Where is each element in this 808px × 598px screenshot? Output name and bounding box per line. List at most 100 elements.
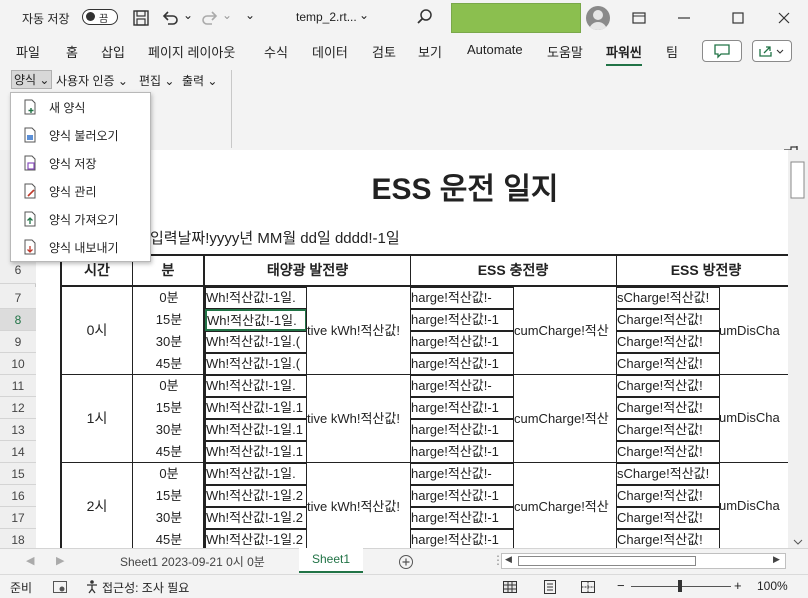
- discharge-cell[interactable]: Charge!적산값!: [616, 419, 720, 441]
- hour-cell[interactable]: 1시: [60, 374, 133, 463]
- undo-dropdown-icon[interactable]: ⌄: [183, 8, 193, 22]
- minute-cell[interactable]: 0분: [134, 287, 204, 309]
- pv-cell[interactable]: Wh!적산값!-1일.2: [205, 485, 307, 507]
- tab-page-layout[interactable]: 페이지 레이아웃: [148, 42, 235, 61]
- charge-cell[interactable]: harge!적산값!-: [410, 463, 514, 485]
- menu-item-new-form[interactable]: 새 양식: [11, 93, 150, 121]
- header-charge[interactable]: ESS 충전량: [410, 254, 617, 287]
- charge-cell[interactable]: harge!적산값!-1: [410, 507, 514, 529]
- charge-cell[interactable]: harge!적산값!-1: [410, 419, 514, 441]
- pv-cell[interactable]: Wh!적산값!-1일.1: [205, 419, 307, 441]
- tab-review[interactable]: 검토: [372, 42, 396, 61]
- tab-help[interactable]: 도움말: [547, 42, 583, 61]
- pv-cell[interactable]: Wh!적산값!-1일.: [205, 287, 307, 309]
- redo-dropdown-icon[interactable]: ⌄: [222, 8, 232, 22]
- filename-dropdown-icon[interactable]: ⌄: [359, 8, 369, 22]
- row-header[interactable]: 11: [0, 375, 36, 397]
- pv-cell[interactable]: Wh!적산값!-1일.2: [205, 507, 307, 529]
- share-button[interactable]: [752, 40, 792, 62]
- discharge-cell[interactable]: Charge!적산값!: [616, 331, 720, 353]
- tab-file[interactable]: 파일: [16, 42, 40, 61]
- row-header[interactable]: 9: [0, 331, 36, 353]
- normal-view-icon[interactable]: [502, 579, 518, 595]
- close-icon[interactable]: [772, 6, 796, 30]
- date-formula-cell[interactable]: 입력날짜!yyyy년 MM월 dd일 dddd!-1일: [150, 228, 550, 250]
- pv-cell[interactable]: Wh!적산값!-1일.(: [205, 353, 307, 375]
- header-discharge[interactable]: ESS 방전량: [616, 254, 788, 287]
- row-header[interactable]: 8: [0, 309, 36, 331]
- discharge-cell[interactable]: Charge!적산값!: [616, 375, 720, 397]
- pv-cell-selected[interactable]: Wh!적산값!-1일.: [205, 309, 307, 331]
- charge-merged-cell[interactable]: cumCharge!적산: [513, 286, 617, 375]
- discharge-merged-cell[interactable]: umDisCha: [719, 462, 788, 548]
- horizontal-scrollbar[interactable]: ◀ ▶: [501, 553, 786, 569]
- scroll-thumb[interactable]: [518, 556, 696, 566]
- vertical-scrollbar[interactable]: [788, 150, 808, 548]
- minute-cell[interactable]: 15분: [134, 397, 204, 419]
- avatar[interactable]: [586, 6, 610, 30]
- menu-item-load-form[interactable]: 양식 불러오기: [11, 121, 150, 149]
- save-icon[interactable]: [132, 9, 150, 27]
- zoom-in-icon[interactable]: +: [734, 578, 742, 593]
- page-layout-view-icon[interactable]: [542, 579, 558, 595]
- discharge-merged-cell[interactable]: umDisCha: [719, 286, 788, 375]
- sheet-title[interactable]: ESS 운전 일지: [150, 170, 780, 210]
- discharge-cell[interactable]: Charge!적산값!: [616, 397, 720, 419]
- charge-cell[interactable]: harge!적산값!-1: [410, 485, 514, 507]
- charge-merged-cell[interactable]: cumCharge!적산: [513, 462, 617, 548]
- add-sheet-icon[interactable]: [398, 554, 414, 570]
- minute-cell[interactable]: 45분: [134, 529, 204, 548]
- discharge-merged-cell[interactable]: umDisCha: [719, 374, 788, 463]
- discharge-cell[interactable]: sCharge!적산값!: [616, 287, 720, 309]
- tab-home[interactable]: 홈: [66, 42, 78, 61]
- discharge-cell[interactable]: Charge!적산값!: [616, 353, 720, 375]
- charge-cell[interactable]: harge!적산값!-1: [410, 529, 514, 548]
- row-header[interactable]: 7: [0, 287, 36, 309]
- row-header[interactable]: 12: [0, 397, 36, 419]
- scroll-left-icon[interactable]: ◀: [505, 554, 512, 565]
- discharge-cell[interactable]: Charge!적산값!: [616, 507, 720, 529]
- next-sheet-icon[interactable]: ▶: [56, 554, 64, 567]
- edit-menu[interactable]: 편집 ⌄: [139, 72, 174, 89]
- maximize-icon[interactable]: [726, 6, 750, 30]
- row-header[interactable]: 14: [0, 441, 36, 463]
- user-auth-menu[interactable]: 사용자 인증 ⌄: [56, 72, 128, 89]
- row-header[interactable]: 16: [0, 485, 36, 507]
- undo-icon[interactable]: [160, 8, 180, 28]
- pv-cell[interactable]: Wh!적산값!-1일.(: [205, 331, 307, 353]
- header-pv[interactable]: 태양광 발전량: [205, 254, 411, 287]
- comments-button[interactable]: [702, 40, 742, 62]
- ribbon-display-icon[interactable]: [627, 6, 651, 30]
- discharge-cell[interactable]: Charge!적산값!: [616, 441, 720, 463]
- form-menu[interactable]: 양식 ⌄: [11, 70, 53, 89]
- charge-cell[interactable]: harge!적산값!-1: [410, 309, 514, 331]
- discharge-cell[interactable]: sCharge!적산값!: [616, 463, 720, 485]
- charge-cell[interactable]: harge!적산값!-1: [410, 331, 514, 353]
- tab-powerscene[interactable]: 파워씬: [606, 42, 642, 67]
- menu-item-import-form[interactable]: 양식 가져오기: [11, 205, 150, 233]
- hour-cell[interactable]: 0시: [60, 286, 133, 375]
- charge-cell[interactable]: harge!적산값!-1: [410, 397, 514, 419]
- minute-cell[interactable]: 0분: [134, 463, 204, 485]
- charge-merged-cell[interactable]: cumCharge!적산: [513, 374, 617, 463]
- tab-automate[interactable]: Automate: [467, 42, 523, 57]
- tab-view[interactable]: 보기: [418, 42, 442, 61]
- menu-item-save-form[interactable]: 양식 저장: [11, 149, 150, 177]
- sheet-tab[interactable]: Sheet1 2023-09-21 0시 0분: [120, 553, 265, 570]
- discharge-cell[interactable]: Charge!적산값!: [616, 485, 720, 507]
- file-name[interactable]: temp_2.rt...: [296, 10, 357, 24]
- row-header[interactable]: 10: [0, 353, 36, 375]
- discharge-cell[interactable]: Charge!적산값!: [616, 309, 720, 331]
- pv-merged-cell[interactable]: tive kWh!적산값!: [306, 374, 411, 463]
- minute-cell[interactable]: 30분: [134, 507, 204, 529]
- minute-cell[interactable]: 0분: [134, 375, 204, 397]
- minute-cell[interactable]: 30분: [134, 331, 204, 353]
- tab-formulas[interactable]: 수식: [264, 42, 288, 61]
- customize-qat-icon[interactable]: ⌄: [245, 8, 255, 22]
- row-header[interactable]: 17: [0, 507, 36, 529]
- minimize-icon[interactable]: [672, 6, 696, 30]
- zoom-out-icon[interactable]: −: [617, 578, 625, 593]
- page-break-view-icon[interactable]: [580, 579, 596, 595]
- autosave-toggle[interactable]: 끔: [82, 9, 118, 25]
- charge-cell[interactable]: harge!적산값!-: [410, 287, 514, 309]
